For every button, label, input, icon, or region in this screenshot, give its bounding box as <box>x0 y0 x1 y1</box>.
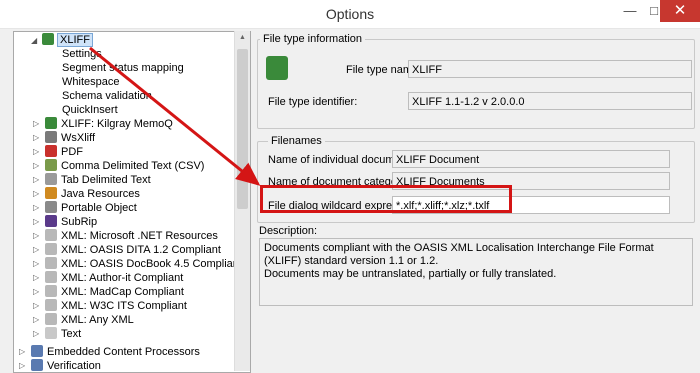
xml-filetype-icon <box>45 243 57 255</box>
tree-item[interactable]: ▷ XML: MadCap Compliant <box>33 285 184 299</box>
file-type-identifier-label: File type identifier: <box>268 96 358 108</box>
tree-item-xliff[interactable]: XLIFF <box>42 33 93 47</box>
pdf-filetype-icon <box>45 145 57 157</box>
scroll-thumb[interactable] <box>237 49 248 209</box>
file-type-identifier-field: XLIFF 1.1-1.2 v 2.0.0.0 <box>408 92 692 110</box>
tree-item[interactable]: ▷ Java Resources <box>33 187 140 201</box>
embedded-processors-icon <box>31 345 43 357</box>
scroll-up-icon[interactable]: ▲ <box>235 31 250 45</box>
document-name-field: XLIFF Document <box>392 150 670 168</box>
wsxliff-filetype-icon <box>45 131 57 143</box>
tree-child-quickinsert[interactable]: QuickInsert <box>62 103 118 117</box>
tree-item[interactable]: ▷ WsXliff <box>33 131 95 145</box>
collapse-arrow-icon[interactable]: ◢ <box>31 36 37 45</box>
file-type-info-group: File type information File type name: XL… <box>257 33 695 129</box>
tree-item[interactable]: ▷ XML: OASIS DITA 1.2 Compliant <box>33 243 221 257</box>
group-title: Filenames <box>268 135 325 147</box>
annotation-highlight-box <box>260 185 512 213</box>
text-filetype-icon <box>45 327 57 339</box>
tree-item[interactable]: ▷ Text <box>33 327 81 341</box>
options-tree[interactable]: ◢ XLIFF Settings Segment status mapping … <box>13 31 251 373</box>
tree-child-segment-status-mapping[interactable]: Segment status mapping <box>62 61 184 75</box>
tree-item-label: XLIFF <box>57 33 93 47</box>
description-line: Documents may be untranslated, partially… <box>264 268 557 280</box>
group-title: File type information <box>260 33 366 45</box>
tree-item[interactable]: ▷ Portable Object <box>33 201 137 215</box>
tree-scrollbar[interactable]: ▲ <box>234 31 250 371</box>
csv-filetype-icon <box>45 159 57 171</box>
description-label: Description: <box>259 225 318 237</box>
tree-item[interactable]: ▷ XLIFF: Kilgray MemoQ <box>33 117 173 131</box>
tree-item[interactable]: ▷ Tab Delimited Text <box>33 173 151 187</box>
xml-filetype-icon <box>45 257 57 269</box>
tree-child-whitespace[interactable]: Whitespace <box>62 75 119 89</box>
xml-filetype-icon <box>45 229 57 241</box>
file-type-name-field: XLIFF <box>408 60 692 78</box>
window-title: Options <box>325 6 375 22</box>
tree-item[interactable]: ▷ XML: Microsoft .NET Resources <box>33 229 218 243</box>
title-bar: Options — □ ✕ <box>0 0 700 29</box>
tree-item[interactable]: ▷ XML: Any XML <box>33 313 134 327</box>
xliff-filetype-icon <box>45 117 57 129</box>
xml-filetype-icon <box>45 299 57 311</box>
subrip-filetype-icon <box>45 215 57 227</box>
tree-section-embedded[interactable]: ▷ Embedded Content Processors <box>19 345 200 359</box>
tree-item[interactable]: ▷ XML: OASIS DocBook 4.5 Compliant <box>33 257 242 271</box>
xml-filetype-icon <box>45 271 57 283</box>
description-box: Documents compliant with the OASIS XML L… <box>259 238 693 306</box>
tree-child-schema-validation[interactable]: Schema validation <box>62 89 152 103</box>
java-filetype-icon <box>45 187 57 199</box>
tree-item[interactable]: ▷ XML: W3C ITS Compliant <box>33 299 187 313</box>
verification-icon <box>31 359 43 371</box>
xliff-large-icon <box>266 56 288 80</box>
tree-item[interactable]: ▷ XML: Author-it Compliant <box>33 271 183 285</box>
xml-filetype-icon <box>45 285 57 297</box>
xliff-filetype-icon <box>42 33 54 45</box>
tree-item[interactable]: ▷ Comma Delimited Text (CSV) <box>33 159 204 173</box>
tree-child-settings[interactable]: Settings <box>62 47 102 61</box>
tree-item[interactable]: ▷ SubRip <box>33 215 97 229</box>
description-line: Documents compliant with the OASIS XML L… <box>264 242 654 267</box>
tab-delimited-filetype-icon <box>45 173 57 185</box>
xml-filetype-icon <box>45 313 57 325</box>
close-icon[interactable]: ✕ <box>660 0 700 22</box>
tree-item[interactable]: ▷ PDF <box>33 145 83 159</box>
portable-object-filetype-icon <box>45 201 57 213</box>
